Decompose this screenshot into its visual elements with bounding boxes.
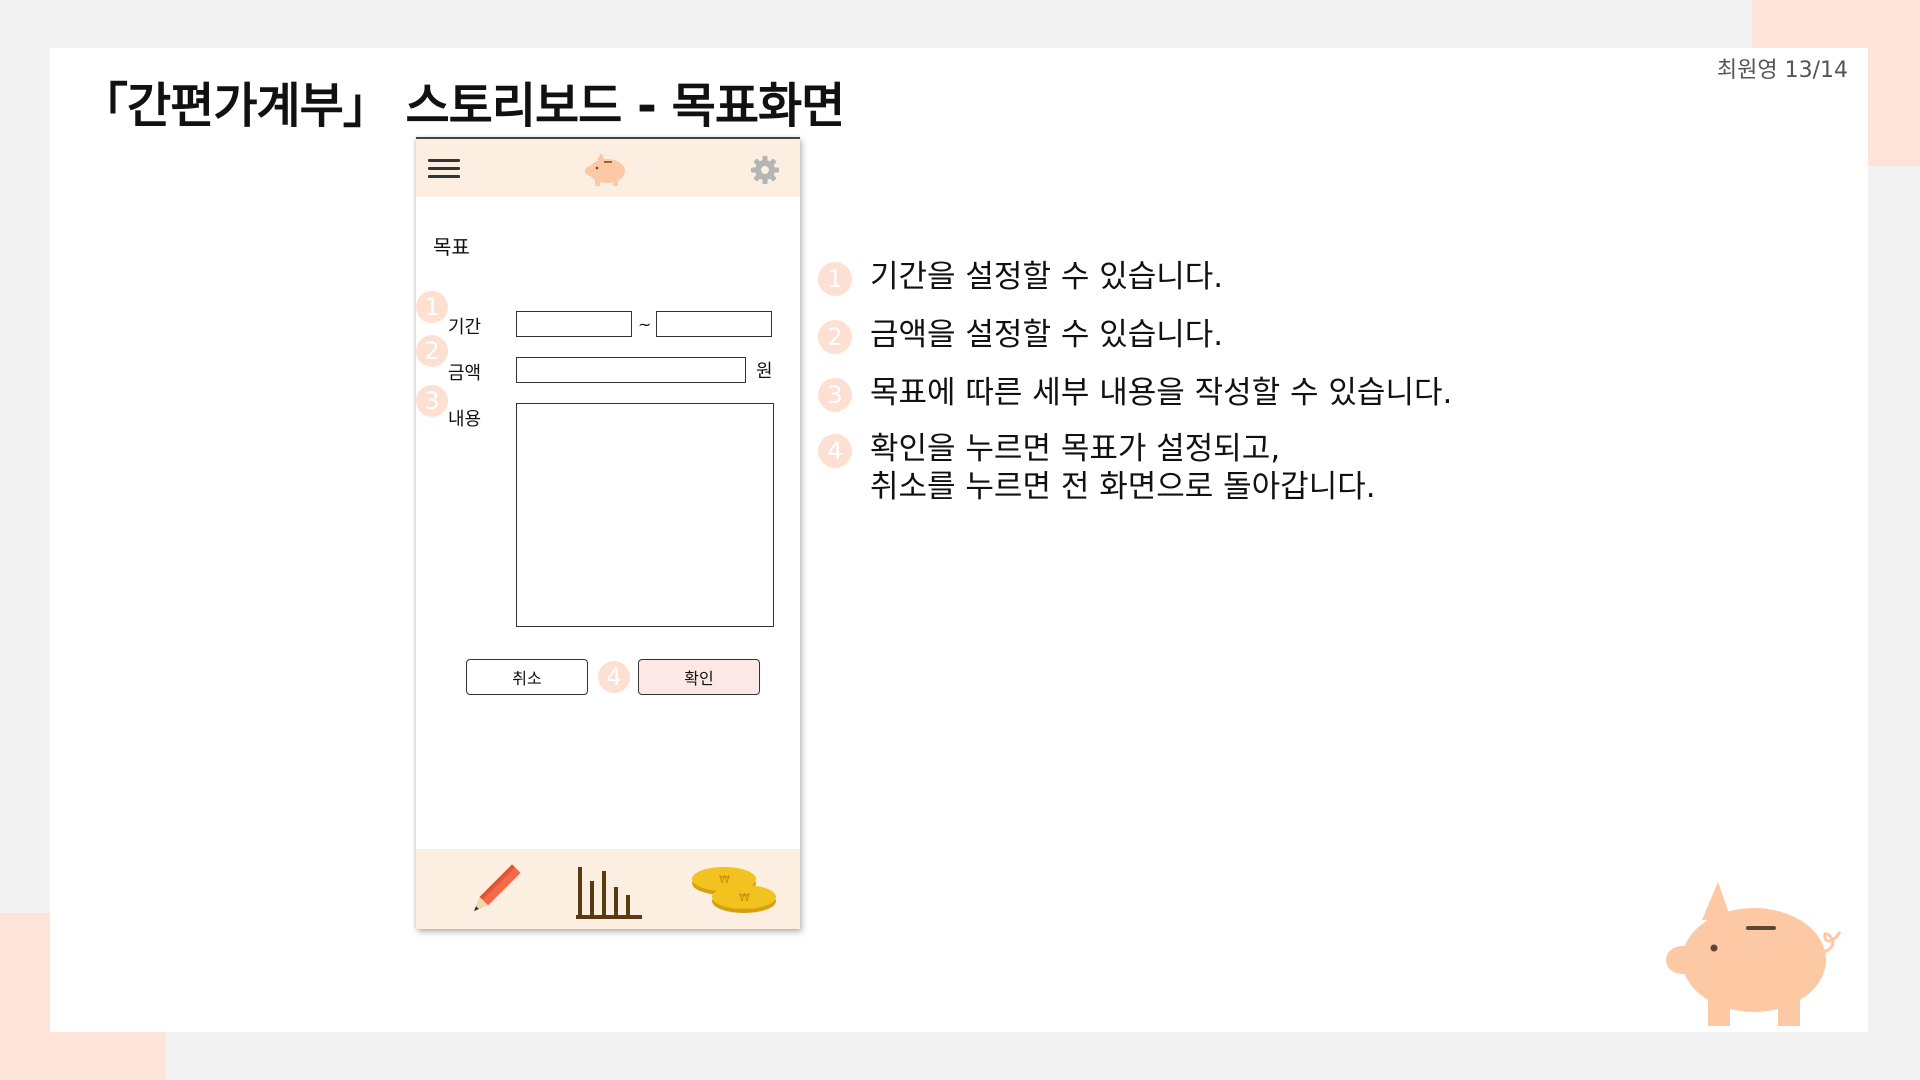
slide-title: 「간편가계부」 스토리보드 - 목표화면 (80, 78, 845, 134)
badge-4: 4 (598, 661, 630, 693)
content-label: 내용 (448, 409, 482, 430)
screen-title: 목표 (433, 235, 470, 259)
confirm-button[interactable]: 확인 (638, 659, 760, 695)
badge-1: 1 (416, 291, 448, 323)
period-end-input[interactable] (656, 311, 772, 337)
pencil-icon[interactable] (462, 861, 524, 923)
piggy-bank-icon (585, 153, 625, 186)
cancel-button[interactable]: 취소 (466, 659, 588, 695)
note-number: 3 (818, 378, 852, 412)
note-number: 2 (818, 320, 852, 354)
note-number: 4 (818, 434, 852, 468)
badge-2: 2 (416, 335, 448, 367)
note-number: 1 (818, 262, 852, 296)
content-textarea[interactable] (516, 403, 774, 627)
slide: 「간편가계부」 스토리보드 - 목표화면 최원영 13/14 (50, 48, 1868, 1032)
note-text: 확인을 누르면 목표가 설정되고, (870, 431, 1281, 467)
page-number: 최원영 13/14 (1716, 58, 1848, 83)
note-text: 기간을 설정할 수 있습니다. (870, 259, 1224, 295)
period-label: 기간 (448, 317, 482, 338)
amount-input[interactable] (516, 357, 746, 383)
note-text: 목표에 따른 세부 내용을 작성할 수 있습니다. (870, 375, 1453, 411)
badge-3: 3 (416, 385, 448, 417)
bottom-nav: ₩ ₩ (416, 849, 800, 929)
gear-icon[interactable] (750, 155, 780, 185)
piggy-bank-icon (1666, 882, 1842, 1026)
phone-mockup: 목표 1 기간 ~ 2 금액 원 3 내용 취소 4 확인 ₩ ₩ (416, 137, 800, 929)
note-text: 금액을 설정할 수 있습니다. (870, 317, 1224, 353)
bar-chart-icon[interactable] (574, 861, 644, 921)
amount-unit: 원 (756, 361, 773, 382)
hamburger-menu-icon[interactable] (428, 157, 460, 181)
svg-text:₩: ₩ (739, 891, 750, 904)
note-text: 취소를 누르면 전 화면으로 돌아갑니다. (870, 469, 1376, 505)
period-separator: ~ (638, 315, 652, 334)
coins-icon[interactable]: ₩ ₩ (690, 863, 778, 919)
phone-header (416, 139, 800, 197)
amount-label: 금액 (448, 363, 482, 384)
svg-text:₩: ₩ (719, 873, 730, 886)
period-start-input[interactable] (516, 311, 632, 337)
